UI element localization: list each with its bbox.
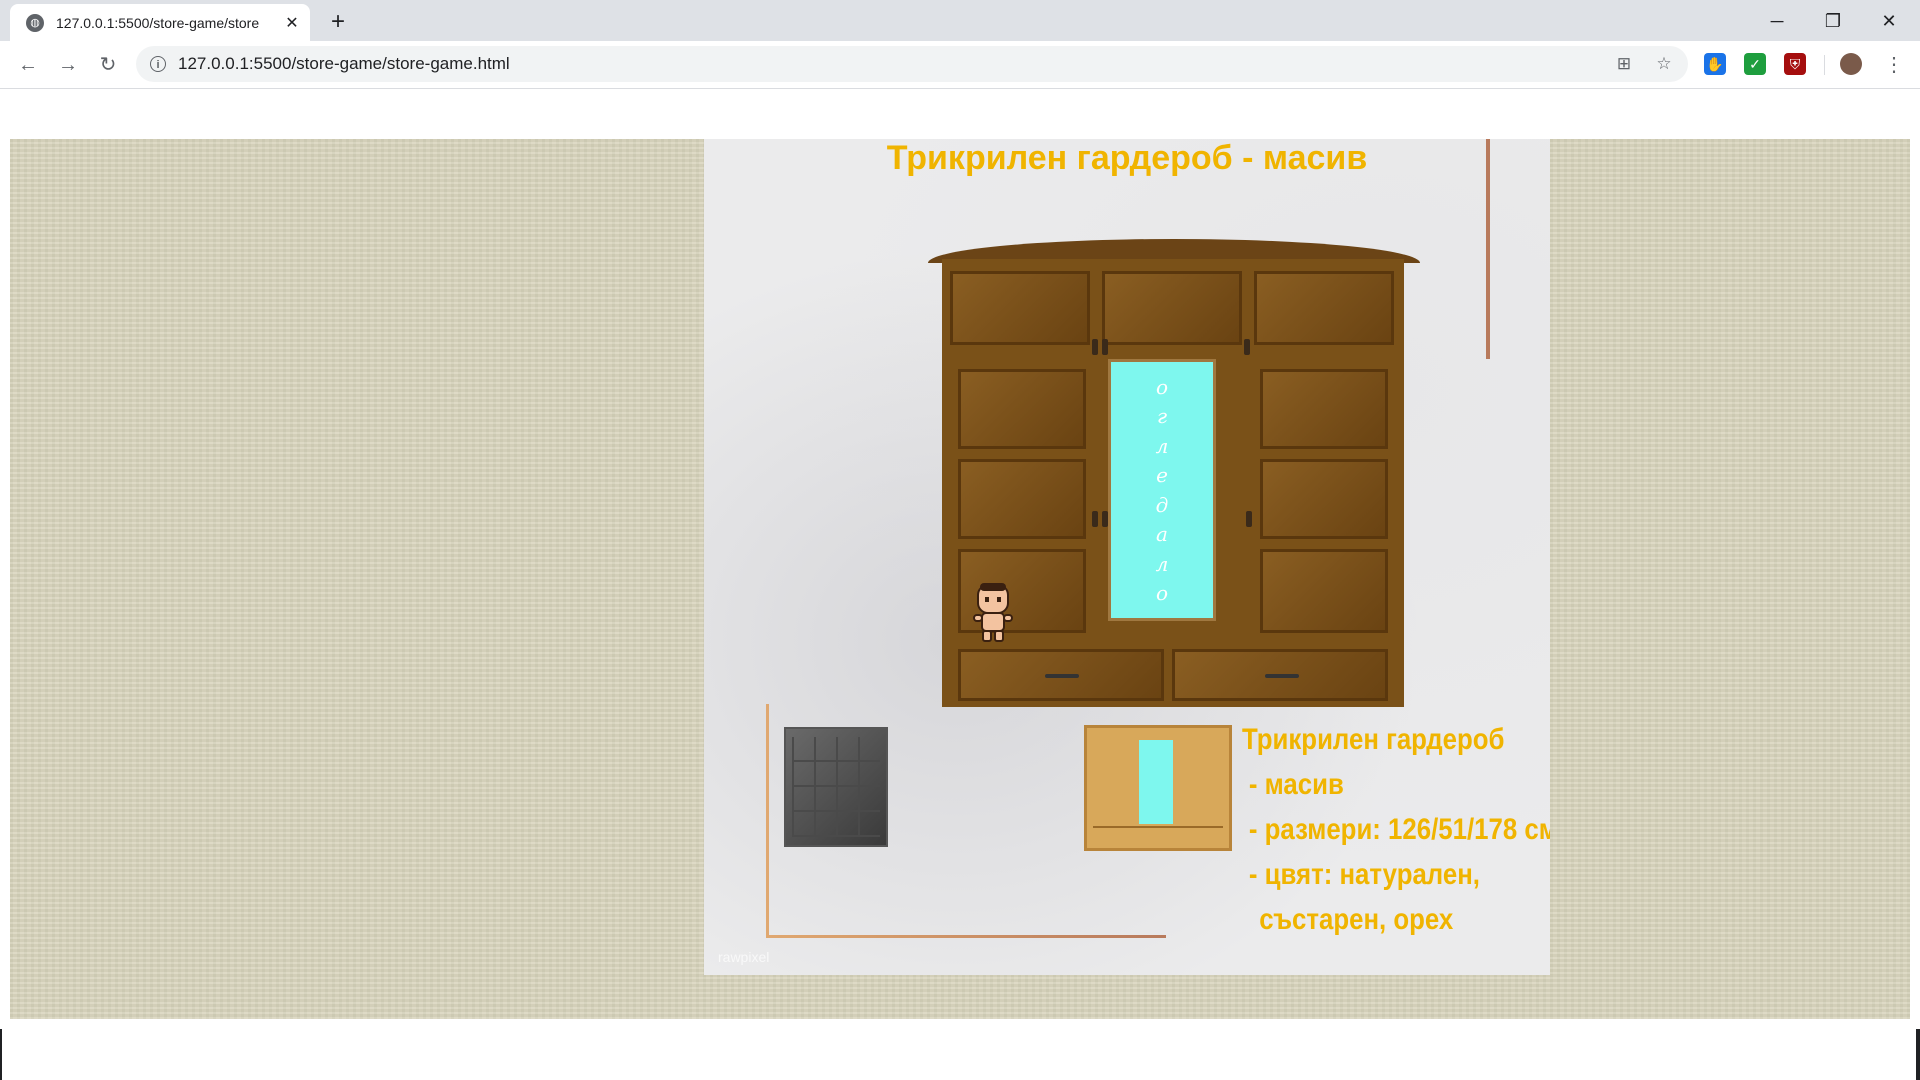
wardrobe-knob	[1092, 511, 1098, 527]
mirror-letter: л	[1155, 551, 1169, 576]
close-window-button[interactable]: ✕	[1866, 6, 1912, 36]
mirror-letter: а	[1156, 522, 1168, 547]
wardrobe-panel	[1260, 459, 1388, 539]
wardrobe-panel	[958, 459, 1086, 539]
description-line: - цвят: натурален,	[1248, 858, 1480, 891]
ublock-icon[interactable]: ⛨	[1784, 53, 1806, 75]
description-line: - масив	[1248, 768, 1344, 801]
description-line: Трикрилен гардероб	[1242, 723, 1505, 756]
tab-title: 127.0.0.1:5500/store-game/store	[56, 14, 260, 31]
wardrobe-thumbnail-dark[interactable]	[784, 727, 888, 847]
wardrobe-panel	[1102, 271, 1242, 345]
thumbnail-pattern	[792, 737, 880, 837]
tab-bar: ◍ 127.0.0.1:5500/store-game/store ✕ + ─ …	[0, 0, 1920, 41]
mirror-letter: л	[1155, 433, 1169, 458]
thumbnail-mirror	[1139, 740, 1173, 824]
wardrobe-panel	[1254, 271, 1394, 345]
wardrobe-knob	[1102, 339, 1108, 355]
wardrobe-mirror[interactable]: о г л е д а л о	[1108, 359, 1216, 621]
wardrobe-drawer	[958, 649, 1164, 701]
page-edge	[0, 1029, 2, 1080]
watermark: rawpixel	[718, 949, 770, 965]
globe-icon: ◍	[26, 13, 44, 32]
thumbnail-drawers	[1093, 826, 1223, 846]
drawer-handle	[1265, 674, 1299, 678]
info-icon[interactable]: i	[150, 56, 166, 72]
browser-tab[interactable]: ◍ 127.0.0.1:5500/store-game/store ✕	[10, 4, 310, 41]
mirror-letter: д	[1155, 492, 1169, 517]
decorative-line	[766, 935, 1166, 938]
wardrobe-panel	[950, 271, 1090, 345]
back-icon[interactable]: ←	[14, 51, 42, 79]
url-text[interactable]: 127.0.0.1:5500/store-game/store-game.htm…	[178, 54, 510, 74]
mirror-letter: е	[1156, 463, 1168, 488]
browser-toolbar: ← → ↻ i 127.0.0.1:5500/store-game/store-…	[0, 41, 1920, 89]
mirror-letter: о	[1155, 374, 1169, 399]
minimize-button[interactable]: ─	[1754, 6, 1800, 36]
wardrobe-panel	[958, 369, 1086, 449]
wardrobe-panel	[1260, 369, 1388, 449]
wardrobe-drawer	[1172, 649, 1388, 701]
description-line: - размери: 126/51/178 см.	[1248, 813, 1550, 846]
toolbar-separator	[1824, 55, 1825, 75]
description-line: състарен, орех	[1259, 903, 1454, 936]
wardrobe-panel	[1260, 549, 1388, 633]
mirror-letter: г	[1156, 404, 1168, 429]
address-bar[interactable]: i 127.0.0.1:5500/store-game/store-game.h…	[136, 46, 1688, 82]
wardrobe-knob	[1092, 339, 1098, 355]
profile-icon[interactable]	[1840, 53, 1862, 75]
decorative-line	[766, 704, 769, 936]
wardrobe-thumbnail-natural[interactable]	[1084, 725, 1232, 851]
wardrobe-knob	[1246, 511, 1252, 527]
product-title: Трикрилен гардероб - масив	[886, 139, 1368, 177]
new-tab-button[interactable]: +	[324, 8, 352, 36]
drawer-handle	[1045, 674, 1079, 678]
mirror-letter: о	[1155, 581, 1169, 606]
decorative-line	[1486, 139, 1490, 359]
reload-icon[interactable]: ↻	[94, 51, 122, 79]
star-icon[interactable]: ☆	[1654, 54, 1674, 74]
close-tab-icon[interactable]: ✕	[282, 13, 302, 33]
check-icon[interactable]: ✓	[1744, 53, 1766, 75]
wardrobe-knob	[1244, 339, 1250, 355]
translate-icon[interactable]: ⊞	[1614, 54, 1634, 74]
store-scene: Трикрилен гардероб - масив о г л е д а л…	[704, 139, 1550, 975]
page-content: Трикрилен гардероб - масив о г л е д а л…	[0, 89, 1920, 1080]
page-edge	[1916, 1029, 1920, 1080]
menu-icon[interactable]: ⋮	[1880, 51, 1908, 79]
restore-button[interactable]: ❐	[1810, 6, 1856, 36]
extension-icon[interactable]: ✋	[1704, 53, 1726, 75]
forward-icon[interactable]: →	[54, 51, 82, 79]
product-description: Трикрилен гардероб - масив - размери: 12…	[1242, 717, 1550, 942]
player-character[interactable]	[970, 583, 1016, 643]
